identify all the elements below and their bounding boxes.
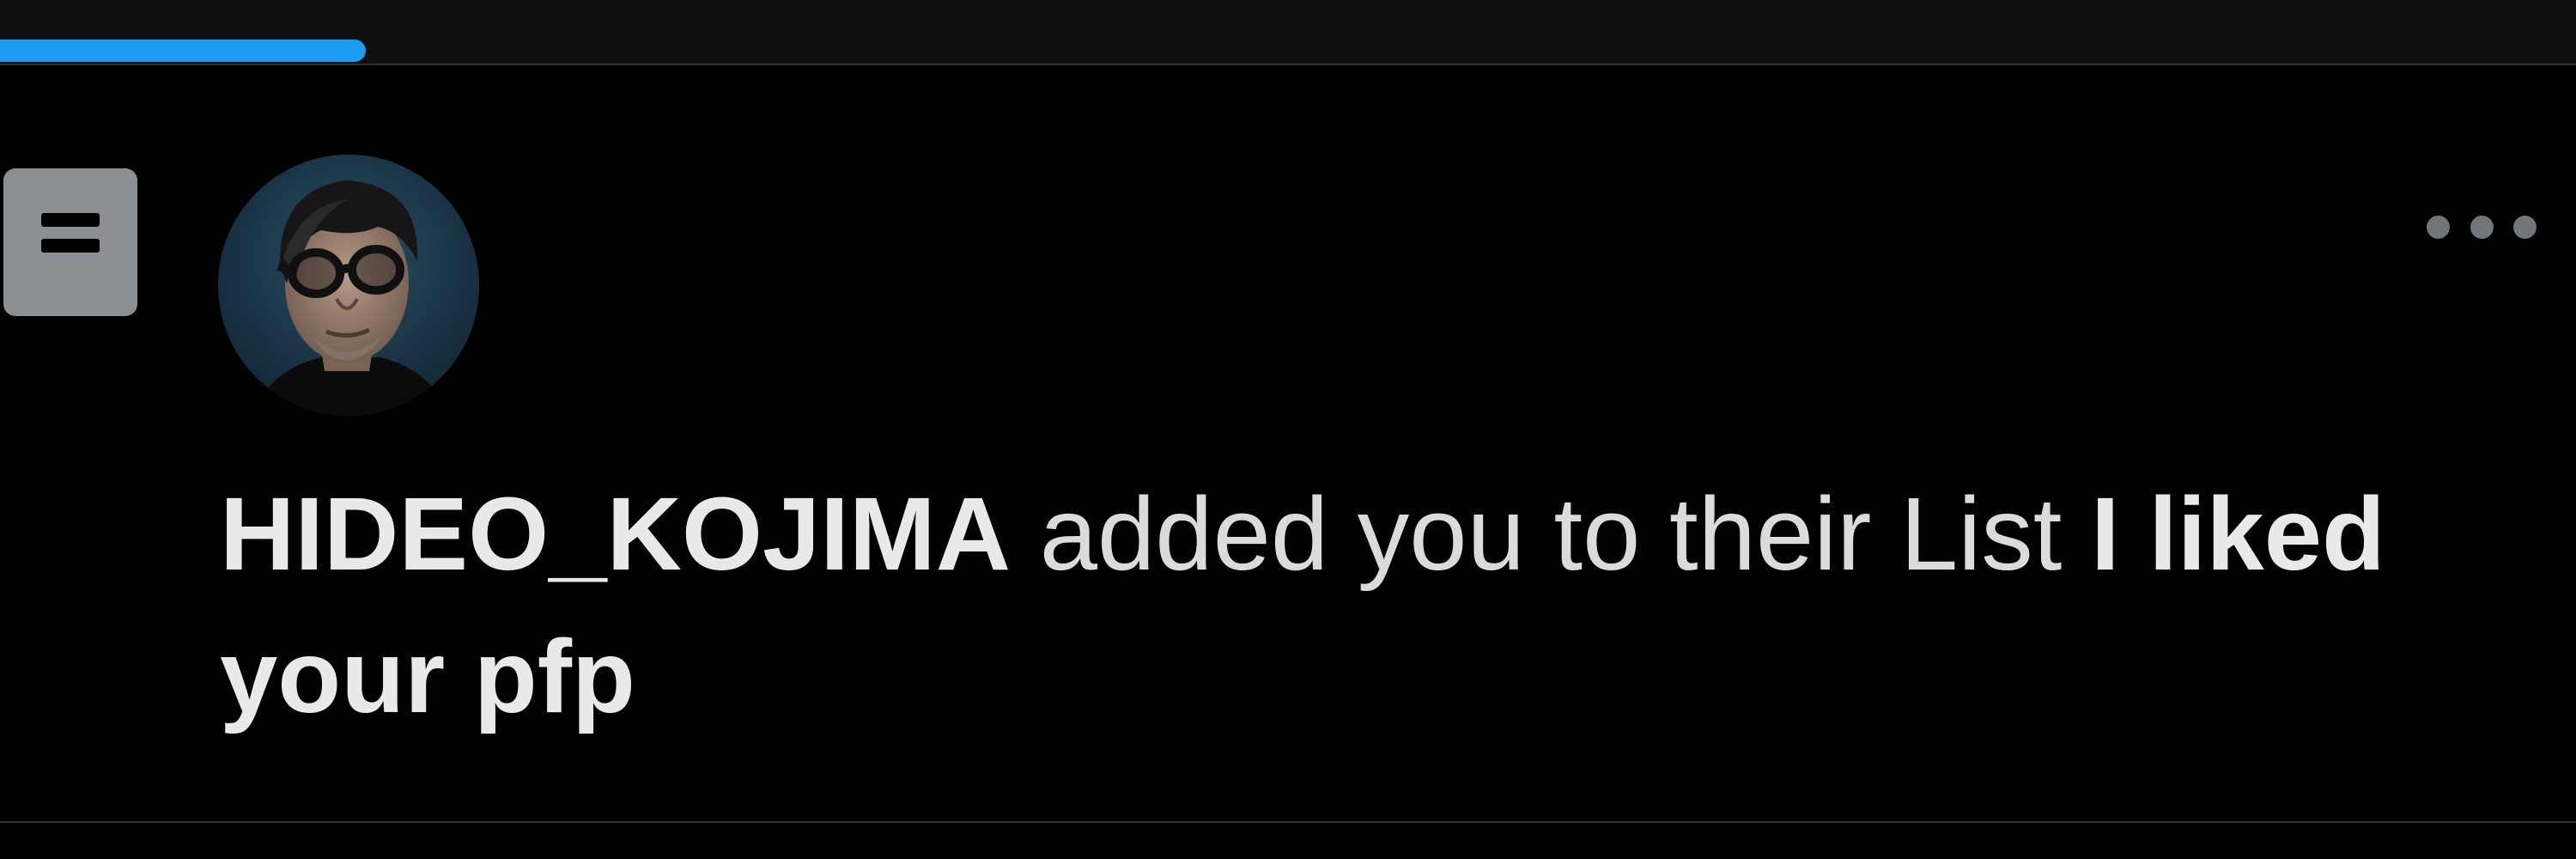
list-icon-line [41, 213, 100, 227]
more-dot [2470, 215, 2494, 239]
notification-text: HIDEO_KOJIMA added you to their List I l… [220, 462, 2555, 747]
loading-progress-fill [0, 40, 366, 62]
actor-name-link[interactable]: HIDEO_KOJIMA [220, 475, 1011, 592]
action-text: added you to their List [1011, 475, 2091, 592]
avatar-photo [218, 155, 479, 416]
top-bar [0, 0, 2576, 65]
avatar[interactable] [218, 155, 479, 416]
more-dot [2427, 215, 2450, 239]
more-options-button[interactable] [2421, 201, 2542, 253]
divider [0, 821, 2576, 823]
notification-screen: HIDEO_KOJIMA added you to their List I l… [0, 0, 2576, 859]
more-dot [2513, 215, 2537, 239]
list-added-notification[interactable]: HIDEO_KOJIMA added you to their List I l… [0, 65, 2576, 823]
list-icon [3, 168, 137, 316]
loading-progress-bar [0, 40, 2576, 62]
list-icon-line [41, 239, 100, 253]
